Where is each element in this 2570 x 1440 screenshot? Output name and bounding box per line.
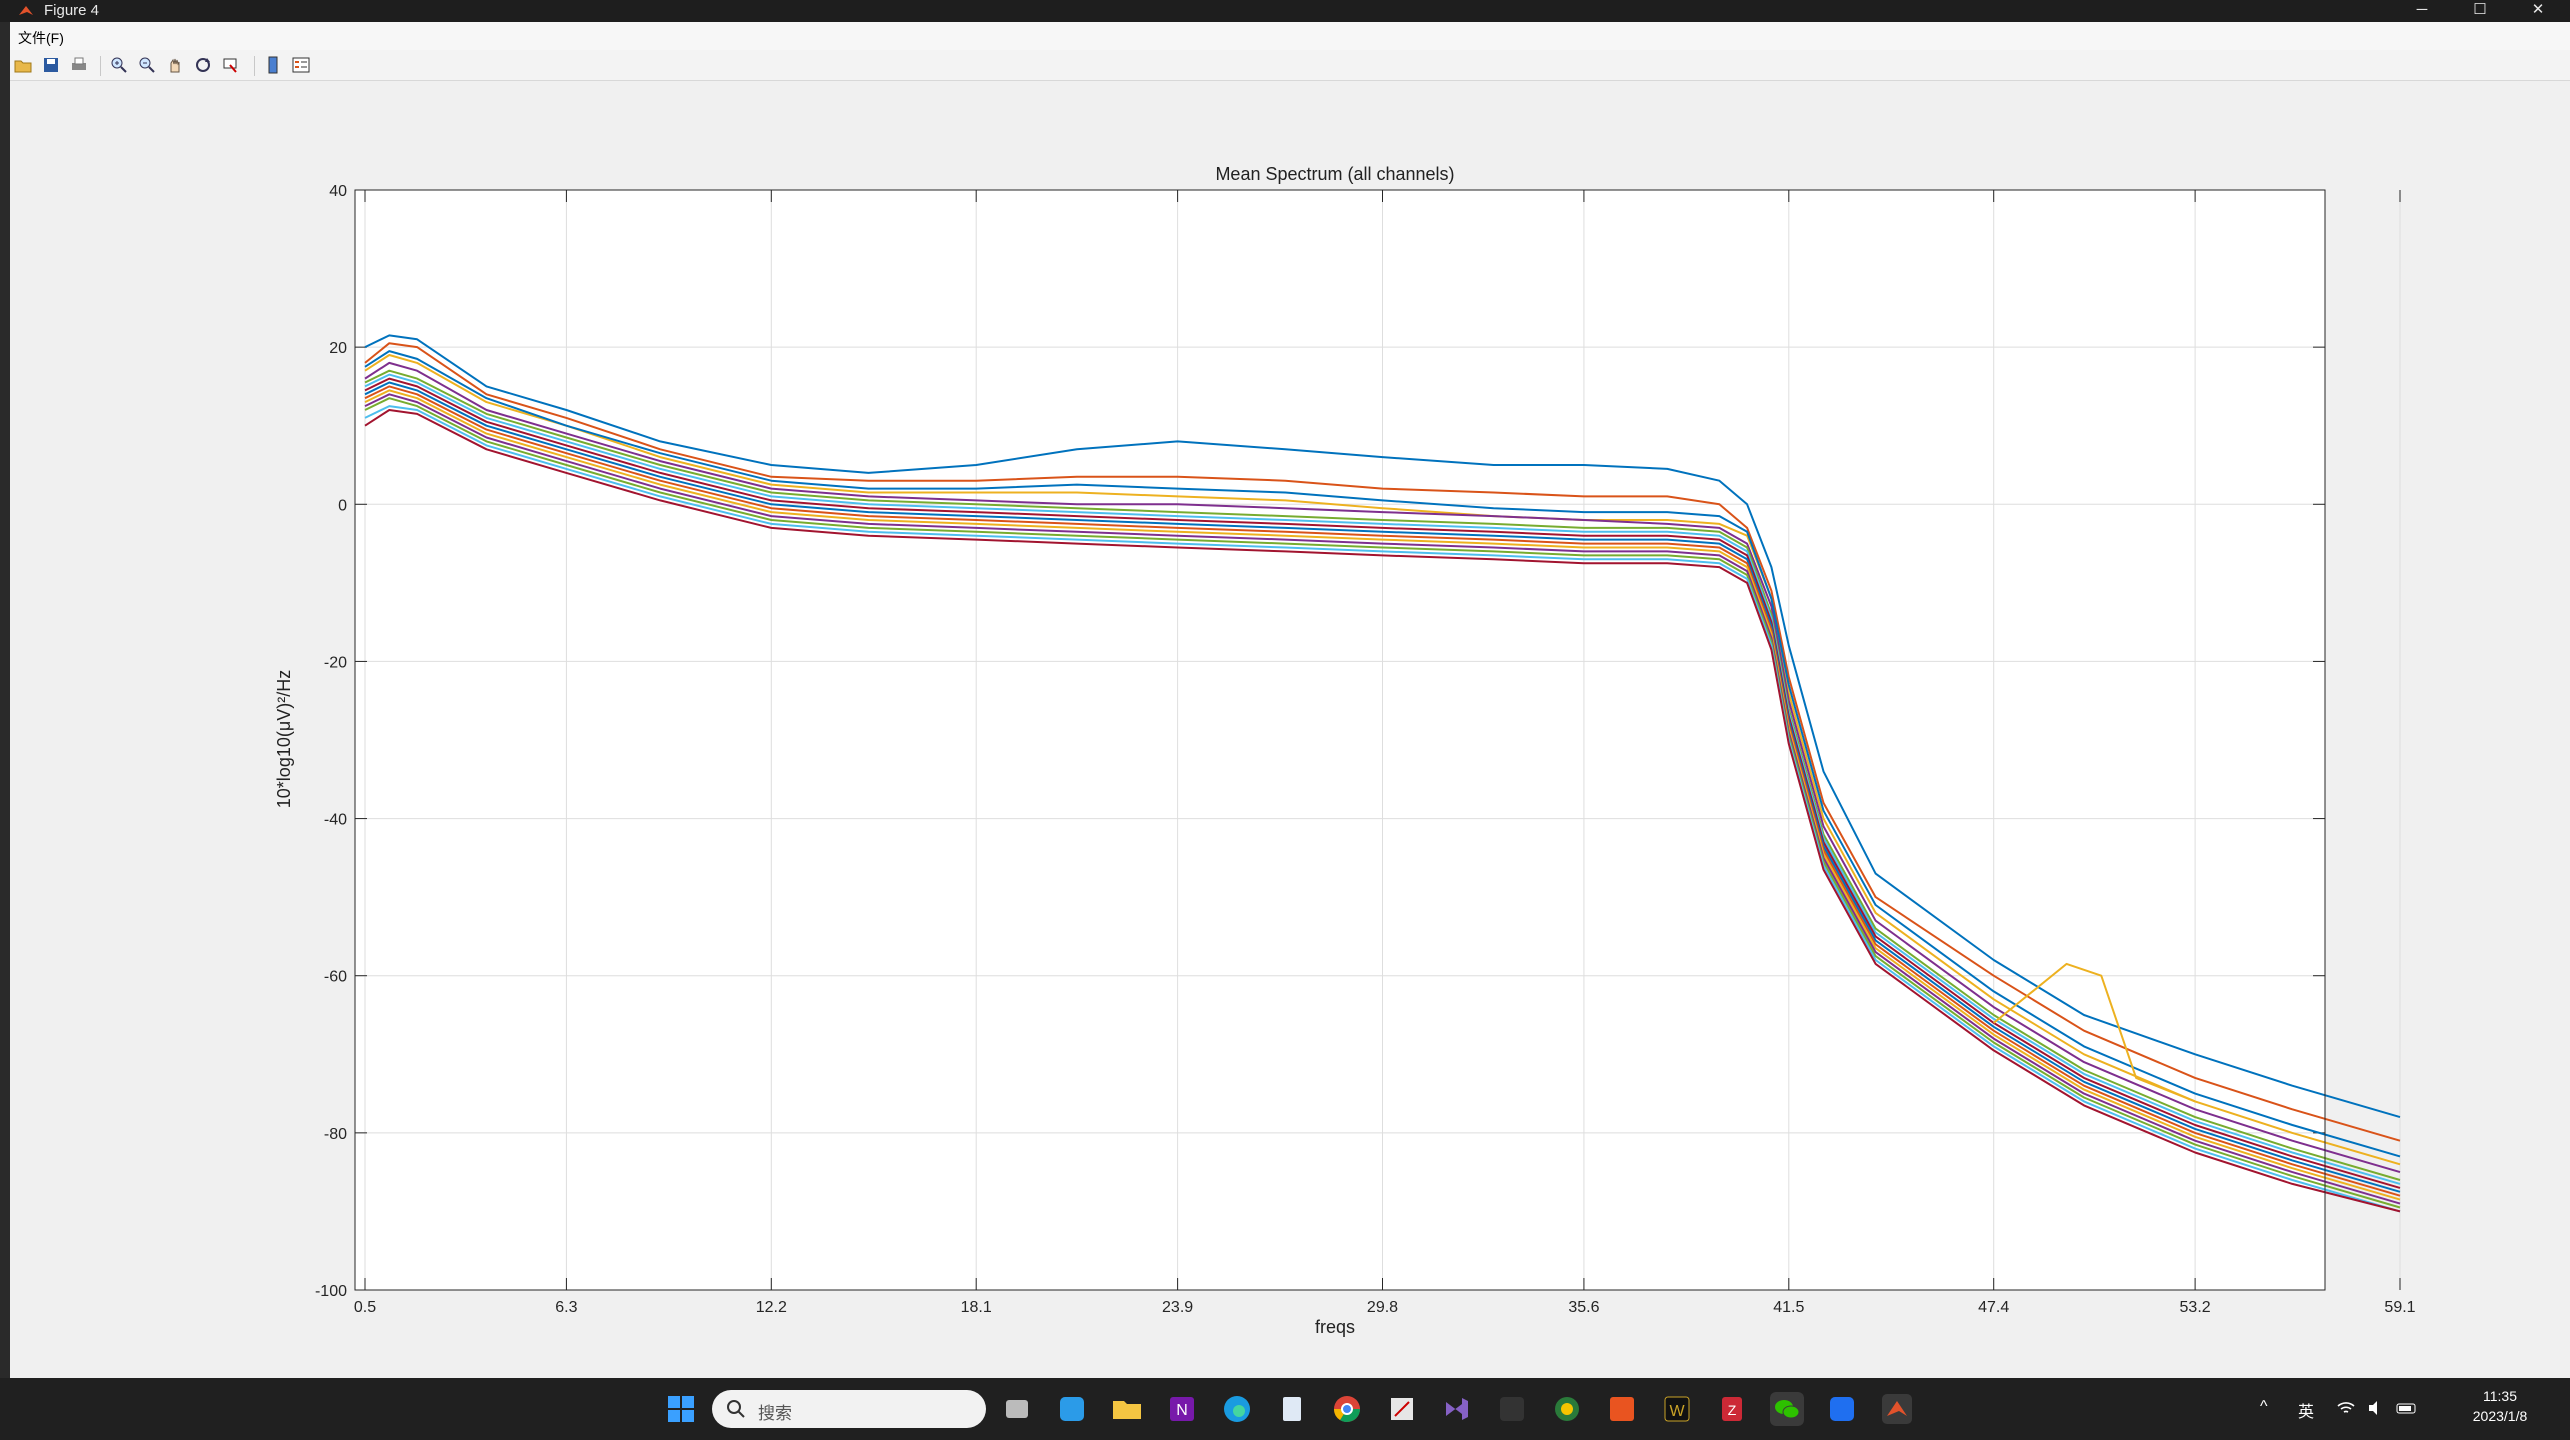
onenote-icon[interactable]: N bbox=[1165, 1392, 1199, 1426]
wechat-icon[interactable] bbox=[1770, 1392, 1804, 1426]
x-tick-label: 53.2 bbox=[2180, 1299, 2211, 1316]
x-tick-label: 47.4 bbox=[1978, 1299, 2009, 1316]
x-tick-label: 35.6 bbox=[1568, 1299, 1599, 1316]
x-tick-label: 0.5 bbox=[354, 1299, 376, 1316]
matlab-icon[interactable] bbox=[1880, 1392, 1914, 1426]
y-tick-label: -40 bbox=[324, 812, 347, 829]
ubuntu-icon[interactable] bbox=[1605, 1392, 1639, 1426]
y-tick-label: -20 bbox=[324, 654, 347, 671]
clock-date: 2023/1/8 bbox=[2472, 1408, 2528, 1424]
chart-area: 0.5 6.3 12.2 18.1 23.9 29.8 35.6 41.5 47.4 53.2 59… bbox=[274, 164, 2416, 1337]
edge-icon[interactable] bbox=[1220, 1392, 1254, 1426]
x-tick-label: 59.1 bbox=[2384, 1299, 2415, 1316]
y-axis-label: 10*log10(μV)²/Hz bbox=[274, 670, 294, 808]
code-icon[interactable] bbox=[1495, 1392, 1529, 1426]
y-tick-label: -100 bbox=[315, 1283, 347, 1300]
x-tick-label: 23.9 bbox=[1162, 1299, 1193, 1316]
widgets-icon[interactable] bbox=[1055, 1392, 1089, 1426]
tray-language[interactable]: 英 bbox=[2298, 1398, 2314, 1422]
x-tick-label: 12.2 bbox=[756, 1299, 787, 1316]
search-icon bbox=[727, 1400, 745, 1418]
x-tick-label: 6.3 bbox=[555, 1299, 577, 1316]
chrome-icon[interactable] bbox=[1330, 1392, 1364, 1426]
clock-time: 11:35 bbox=[2483, 1388, 2517, 1404]
chart-title: Mean Spectrum (all channels) bbox=[1215, 164, 1454, 184]
wifi-icon[interactable] bbox=[2336, 1398, 2356, 1418]
close-button[interactable]: ✕ bbox=[2510, 0, 2566, 22]
window-title: Figure 4 bbox=[44, 2, 100, 19]
taskview-icon[interactable] bbox=[1000, 1392, 1034, 1426]
x-tick-label: 29.8 bbox=[1367, 1299, 1398, 1316]
matlab-icon bbox=[19, 6, 33, 15]
y-tick-label: 20 bbox=[329, 340, 347, 357]
y-tick-label: 0 bbox=[338, 497, 347, 514]
battery-icon[interactable] bbox=[2396, 1398, 2418, 1418]
plot-background bbox=[355, 190, 2325, 1290]
x-tick-label: 41.5 bbox=[1773, 1299, 1804, 1316]
svg-text:N: N bbox=[1176, 1402, 1188, 1419]
snip-icon[interactable] bbox=[1385, 1392, 1419, 1426]
clock[interactable]: 11:35 2023/1/8 bbox=[2450, 1386, 2550, 1426]
start-icon[interactable] bbox=[664, 1392, 698, 1426]
x-tick-label: 18.1 bbox=[961, 1299, 992, 1316]
taskbar-search[interactable]: 搜索 bbox=[712, 1390, 986, 1428]
figure-window: 文件(F) 0.5 6.3 12.2 18.1 23.9 29.8 35.6 41.5 47.4… bbox=[10, 22, 2570, 1378]
volume-muted-icon[interactable] bbox=[2366, 1398, 2386, 1418]
y-tick-label: -60 bbox=[324, 969, 347, 986]
x-axis-label: freqs bbox=[1315, 1317, 1355, 1337]
maximize-button[interactable]: ☐ bbox=[2452, 0, 2508, 22]
feishu-icon[interactable] bbox=[1825, 1392, 1859, 1426]
svg-text:W: W bbox=[1669, 1403, 1685, 1420]
desktop-edge bbox=[0, 22, 10, 1378]
search-label: 搜索 bbox=[758, 1404, 792, 1423]
window-titlebar: Figure 4 ─ ☐ ✕ bbox=[0, 0, 2570, 22]
svg-text:Z: Z bbox=[1728, 1402, 1737, 1418]
notepad-icon[interactable] bbox=[1275, 1392, 1309, 1426]
zotero-icon[interactable]: Z bbox=[1715, 1392, 1749, 1426]
y-tick-label: -80 bbox=[324, 1126, 347, 1143]
file-explorer-icon[interactable] bbox=[1110, 1392, 1144, 1426]
app-icon[interactable] bbox=[1550, 1392, 1584, 1426]
minimize-button[interactable]: ─ bbox=[2394, 0, 2450, 22]
y-tick-label: 40 bbox=[329, 183, 347, 200]
taskbar: 搜索 N W Z ^ 英 11:35 2023/1/8 bbox=[0, 1378, 2570, 1440]
wps-icon[interactable]: W bbox=[1660, 1392, 1694, 1426]
tray-chevron[interactable]: ^ bbox=[2260, 1398, 2268, 1416]
visual-studio-icon[interactable] bbox=[1440, 1392, 1474, 1426]
